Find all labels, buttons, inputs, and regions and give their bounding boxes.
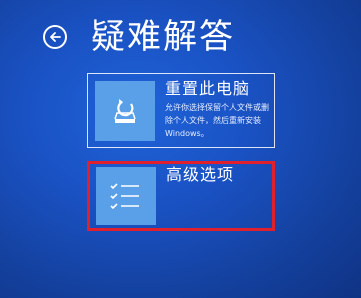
- back-arrow-icon: [50, 32, 61, 42]
- page-title: 疑难解答: [91, 17, 235, 57]
- reset-pc-option[interactable]: 重置此电脑 允许你选择保留个人文件或删除个人文件，然后重新安装 Windows。: [87, 73, 275, 148]
- reset-pc-title: 重置此电脑: [165, 79, 251, 98]
- advanced-options-option[interactable]: 高级选项: [87, 161, 275, 231]
- reset-pc-description: 允许你选择保留个人文件或删除个人文件，然后重新安装 Windows。: [165, 103, 269, 138]
- reset-pc-icon: [95, 81, 155, 141]
- checklist-icon: [96, 167, 156, 225]
- back-button[interactable]: [43, 25, 67, 49]
- advanced-options-title: 高级选项: [166, 165, 235, 184]
